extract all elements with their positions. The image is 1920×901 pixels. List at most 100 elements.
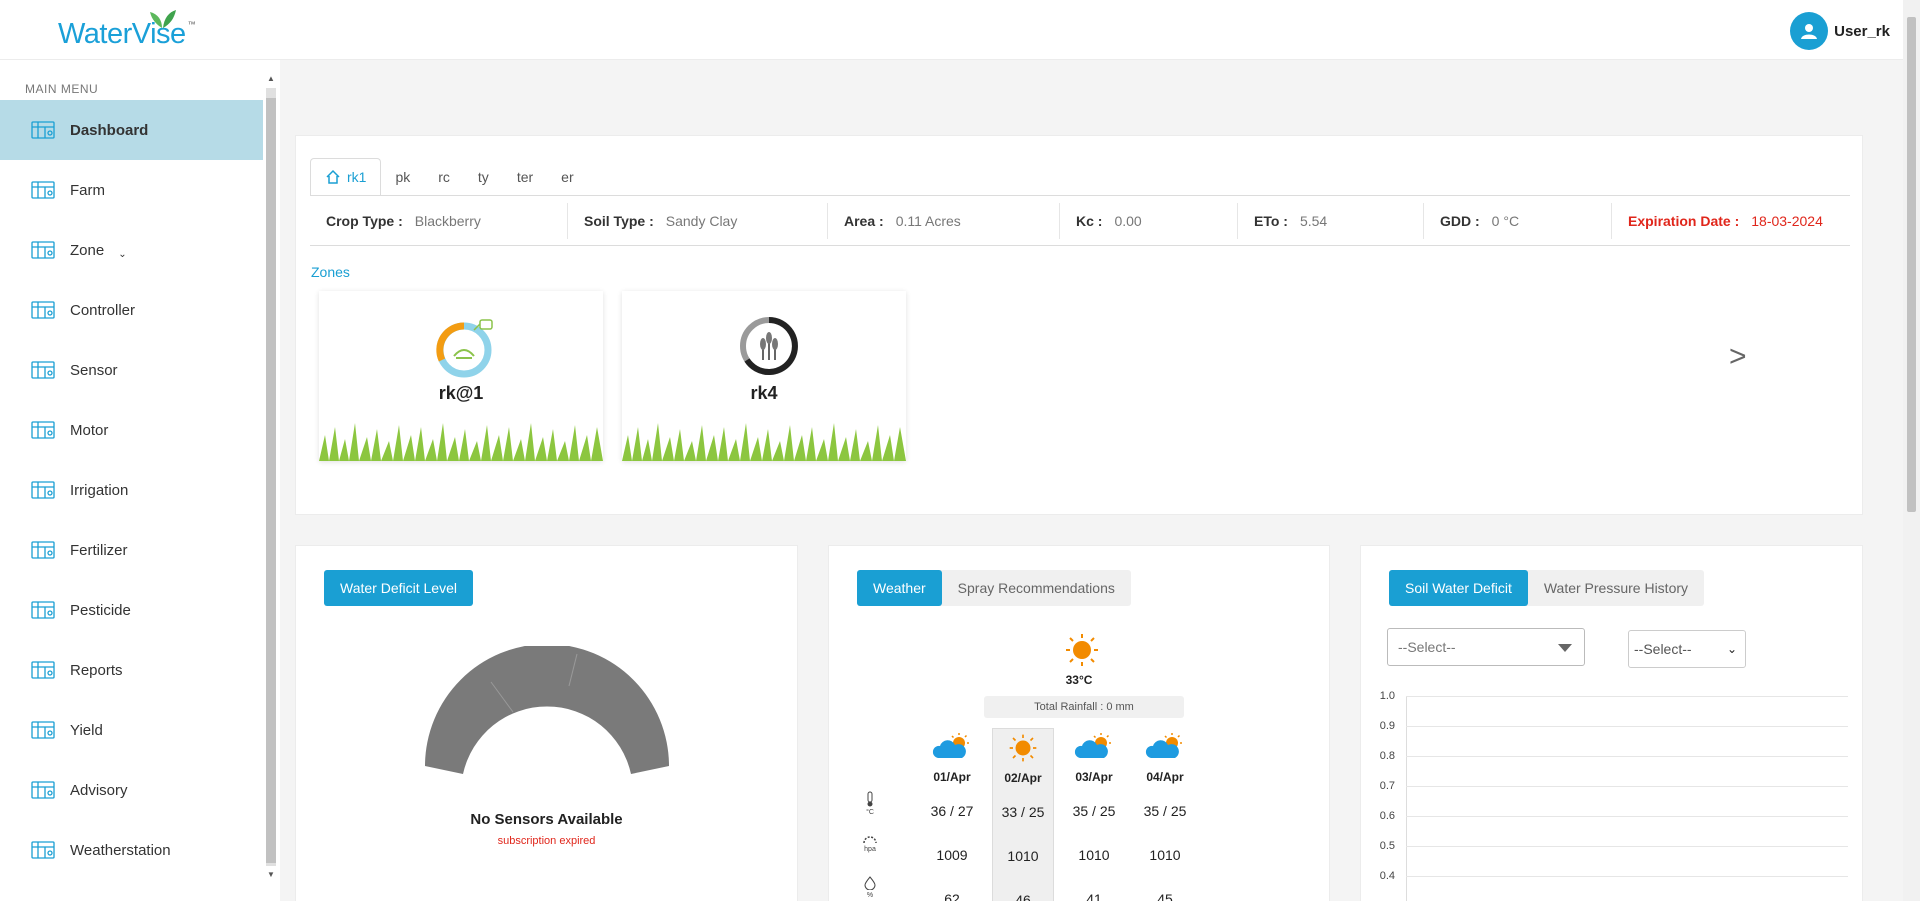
sidebar-item-zone[interactable]: Zone ⌄: [0, 220, 263, 280]
sidebar-item-irrigation[interactable]: Irrigation: [0, 460, 263, 520]
tab-rc[interactable]: rc: [424, 158, 464, 196]
expiration-field: Expiration Date : 18-03-2024: [1612, 203, 1848, 239]
dropdown-triangle-icon: [1558, 644, 1572, 652]
forecast-pressure: 1010: [1078, 847, 1110, 863]
zone-crop-icon: [740, 317, 798, 375]
select-placeholder: --Select--: [1398, 639, 1456, 655]
soil-type-label: Soil Type :: [584, 213, 654, 229]
tab-spray-recommendations[interactable]: Spray Recommendations: [942, 570, 1131, 606]
zones-title: Zones: [311, 264, 350, 280]
grid-line: [1406, 696, 1848, 697]
soil-tabs: Soil Water Deficit Water Pressure Histor…: [1389, 570, 1705, 606]
area-value: 0.11 Acres: [895, 213, 961, 229]
sidebar-item-motor[interactable]: Motor: [0, 400, 263, 460]
zone-card-rk4[interactable]: rk4: [622, 291, 906, 461]
sidebar-item-label: Sensor: [70, 361, 118, 379]
area-field: Area : 0.11 Acres: [828, 203, 1060, 239]
tab-er[interactable]: er: [547, 158, 587, 196]
top-bar: WaterVise ™ User_rk: [0, 0, 1920, 60]
partly-cloudy-icon: [921, 732, 983, 763]
main-menu-title: MAIN MENU: [25, 82, 99, 96]
sidebar-item-weatherstation[interactable]: Weatherstation: [0, 820, 263, 880]
gdd-value: 0 °C: [1491, 213, 1520, 229]
sidebar-item-label: Farm: [70, 181, 105, 199]
sidebar-item-controller[interactable]: Controller: [0, 280, 263, 340]
page-scroll-thumb[interactable]: [1907, 17, 1916, 512]
partly-cloudy-icon: [1134, 732, 1196, 763]
forecast-day[interactable]: 02/Apr 33 / 25 1010 46: [992, 728, 1054, 901]
tab-water-pressure-history[interactable]: Water Pressure History: [1528, 570, 1704, 606]
sidebar-item-pesticide[interactable]: Pesticide: [0, 580, 263, 640]
eto-field: ETo : 5.54: [1238, 203, 1424, 239]
y-tick-label: 0.6: [1379, 810, 1395, 822]
sidebar-item-dashboard[interactable]: Dashboard: [0, 100, 263, 160]
current-temperature: 33°C: [1065, 673, 1093, 687]
farm-overview-card: rk1 pk rc ty ter er Crop Type : Blackber…: [295, 135, 1863, 515]
forecast-temperature: 33 / 25: [1001, 804, 1045, 820]
grid-line: [1406, 816, 1848, 817]
username: User_rk: [1834, 22, 1890, 40]
watervise-logo[interactable]: WaterVise ™: [58, 10, 196, 54]
zone-irrigation-icon: [436, 319, 493, 378]
subscription-expired-message: subscription expired: [497, 835, 596, 847]
scroll-down-arrow[interactable]: ▼: [264, 868, 278, 882]
eto-label: ETo :: [1254, 213, 1288, 229]
sidebar: MAIN MENU Dashboard Farm Zone ⌄ Controlle…: [0, 60, 280, 901]
forecast-humidity: 41: [1086, 891, 1102, 901]
scroll-up-arrow[interactable]: ▲: [264, 72, 278, 86]
pressure-unit: hpa: [864, 846, 876, 853]
forecast-date: 03/Apr: [1075, 770, 1113, 784]
sidebar-scrollbar[interactable]: ▲ ▼: [264, 72, 278, 882]
irrigation-icon: [28, 475, 58, 505]
sidebar-item-sensor[interactable]: Sensor: [0, 340, 263, 400]
tab-rk1[interactable]: rk1: [310, 158, 382, 196]
expiration-label: Expiration Date :: [1628, 213, 1740, 229]
thermometer-icon: °C: [859, 791, 881, 816]
zone-card-rk1[interactable]: rk@1: [319, 291, 603, 461]
user-avatar-icon: [1790, 12, 1829, 50]
forecast-temperature: 35 / 25: [1072, 803, 1116, 819]
humidity-unit: %: [866, 892, 874, 899]
tab-ty[interactable]: ty: [464, 158, 503, 196]
fertilizer-icon: [28, 535, 58, 565]
pesticide-icon: [28, 595, 58, 625]
soil-water-card: Soil Water Deficit Water Pressure Histor…: [1360, 545, 1863, 901]
page-scrollbar[interactable]: [1903, 0, 1920, 901]
forecast-humidity: 46: [1015, 892, 1031, 901]
zones-next-arrow[interactable]: >: [1729, 340, 1747, 374]
crop-type-value: Blackberry: [414, 213, 481, 229]
forecast-day[interactable]: 03/Apr 35 / 25 1010 41: [1063, 728, 1125, 901]
scroll-thumb[interactable]: [266, 98, 276, 863]
tab-ter[interactable]: ter: [503, 158, 547, 196]
zone-select-dropdown[interactable]: --Select--: [1387, 628, 1585, 666]
tab-soil-water-deficit[interactable]: Soil Water Deficit: [1389, 570, 1528, 606]
user-menu[interactable]: User_rk: [1790, 12, 1890, 50]
water-deficit-tabs: Water Deficit Level: [324, 570, 473, 606]
grid-line: [1406, 756, 1848, 757]
farm-info-row: Crop Type : Blackberry Soil Type : Sandy…: [310, 196, 1850, 246]
tab-label: ty: [477, 169, 489, 185]
forecast-day[interactable]: 01/Apr 36 / 27 1009 62: [921, 728, 983, 901]
logo-trademark: ™: [187, 20, 196, 29]
tab-label: rk1: [347, 169, 367, 185]
forecast-date: 01/Apr: [933, 770, 971, 784]
period-select-dropdown[interactable]: --Select-- ⌄: [1628, 630, 1746, 668]
sidebar-item-yield[interactable]: Yield: [0, 700, 263, 760]
sidebar-item-fertilizer[interactable]: Fertilizer: [0, 520, 263, 580]
sidebar-item-farm[interactable]: Farm: [0, 160, 263, 220]
tab-pk[interactable]: pk: [381, 158, 424, 196]
sensor-icon: [28, 355, 58, 385]
eto-value: 5.54: [1299, 213, 1328, 229]
tab-weather[interactable]: Weather: [857, 570, 942, 606]
sidebar-item-label: Irrigation: [70, 481, 129, 499]
sidebar-item-label: Yield: [70, 721, 103, 739]
sidebar-item-reports[interactable]: Reports: [0, 640, 263, 700]
forecast-pressure: 1009: [936, 847, 968, 863]
sidebar-item-advisory[interactable]: Advisory: [0, 760, 263, 820]
weather-card: Weather Spray Recommendations 33°C Total…: [828, 545, 1330, 901]
sidebar-item-label: Advisory: [70, 781, 128, 799]
grass-graphic: [319, 423, 603, 461]
tab-water-deficit-level[interactable]: Water Deficit Level: [324, 570, 473, 606]
forecast-day[interactable]: 04/Apr 35 / 25 1010 45: [1134, 728, 1196, 901]
reports-icon: [28, 655, 58, 685]
